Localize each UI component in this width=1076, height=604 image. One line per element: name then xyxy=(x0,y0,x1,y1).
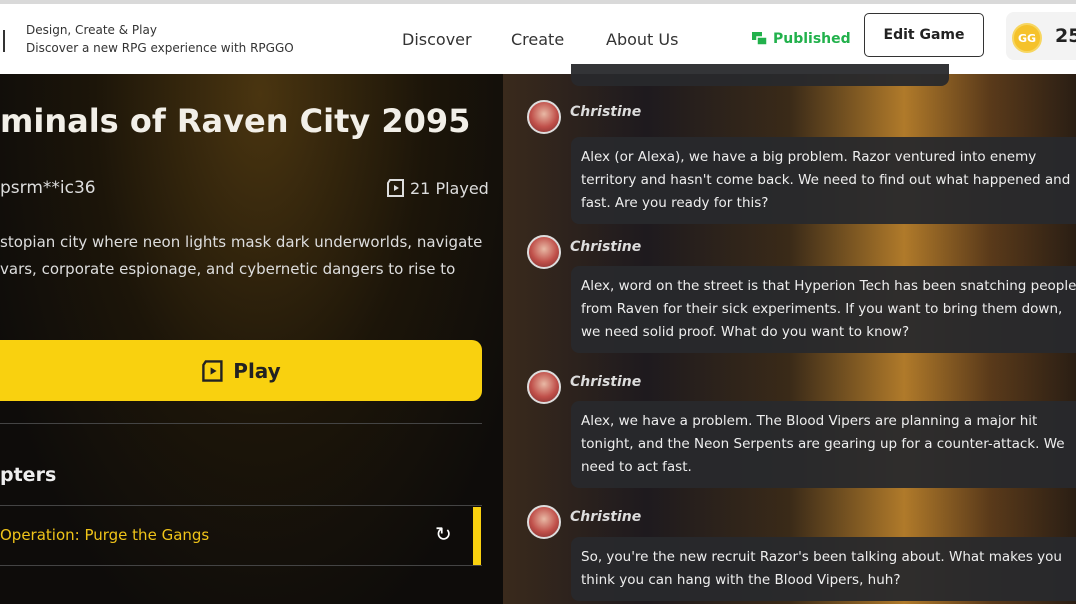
published-label: Published xyxy=(773,31,851,47)
chat-bubble-partial xyxy=(571,64,949,86)
chat-bubble: Alex, we have a problem. The Blood Viper… xyxy=(571,401,1076,488)
avatar xyxy=(527,100,561,134)
speaker-name: Christine xyxy=(570,509,642,525)
played-count: 21 Played xyxy=(386,178,489,198)
chapter-active-indicator xyxy=(473,507,481,565)
nav-discover[interactable]: Discover xyxy=(402,30,472,49)
game-author[interactable]: psrm**ic36 xyxy=(0,178,96,198)
chat-bubble: Alex (or Alexa), we have a big problem. … xyxy=(571,137,1076,224)
chapter-item[interactable]: Operation: Purge the Gangs ↻ xyxy=(0,505,482,566)
edit-game-button[interactable]: Edit Game xyxy=(864,13,984,57)
speaker-name: Christine xyxy=(570,104,642,120)
game-info-panel: minals of Raven City 2095 psrm**ic36 21 … xyxy=(0,74,503,604)
play-count-icon xyxy=(387,179,404,197)
avatar xyxy=(527,370,561,404)
speaker-name: Christine xyxy=(570,239,642,255)
divider xyxy=(0,423,482,424)
avatar xyxy=(527,505,561,539)
game-title: minals of Raven City 2095 xyxy=(0,102,471,140)
published-icon xyxy=(752,32,768,46)
played-label: 21 Played xyxy=(410,178,489,198)
coin-count: 25 xyxy=(1055,25,1076,47)
game-description: stopian city where neon lights mask dark… xyxy=(0,229,482,283)
nav-about-us[interactable]: About Us xyxy=(606,30,678,49)
description-line: vars, corporate espionage, and cyberneti… xyxy=(0,260,456,278)
chat-panel: Christine Alex (or Alexa), we have a big… xyxy=(503,64,1076,604)
speaker-name: Christine xyxy=(570,374,642,390)
description-line: stopian city where neon lights mask dark… xyxy=(0,233,483,251)
chapter-name: Operation: Purge the Gangs xyxy=(0,526,210,544)
coin-icon: GG xyxy=(1012,23,1042,53)
avatar xyxy=(527,235,561,269)
chat-bubble: Alex, word on the street is that Hyperio… xyxy=(571,266,1076,353)
chapters-heading: pters xyxy=(0,464,57,486)
nav-create[interactable]: Create xyxy=(511,30,564,49)
tagline: Design, Create & Play xyxy=(26,23,157,37)
published-status: Published xyxy=(752,31,851,47)
logo-divider xyxy=(3,30,5,52)
play-button[interactable]: Play xyxy=(0,340,482,401)
play-icon xyxy=(202,359,223,382)
chat-bubble: So, you're the new recruit Razor's been … xyxy=(571,537,1076,601)
restart-icon[interactable]: ↻ xyxy=(435,522,452,546)
subtagline: Discover a new RPG experience with RPGGO xyxy=(26,41,294,55)
play-label: Play xyxy=(233,358,281,383)
